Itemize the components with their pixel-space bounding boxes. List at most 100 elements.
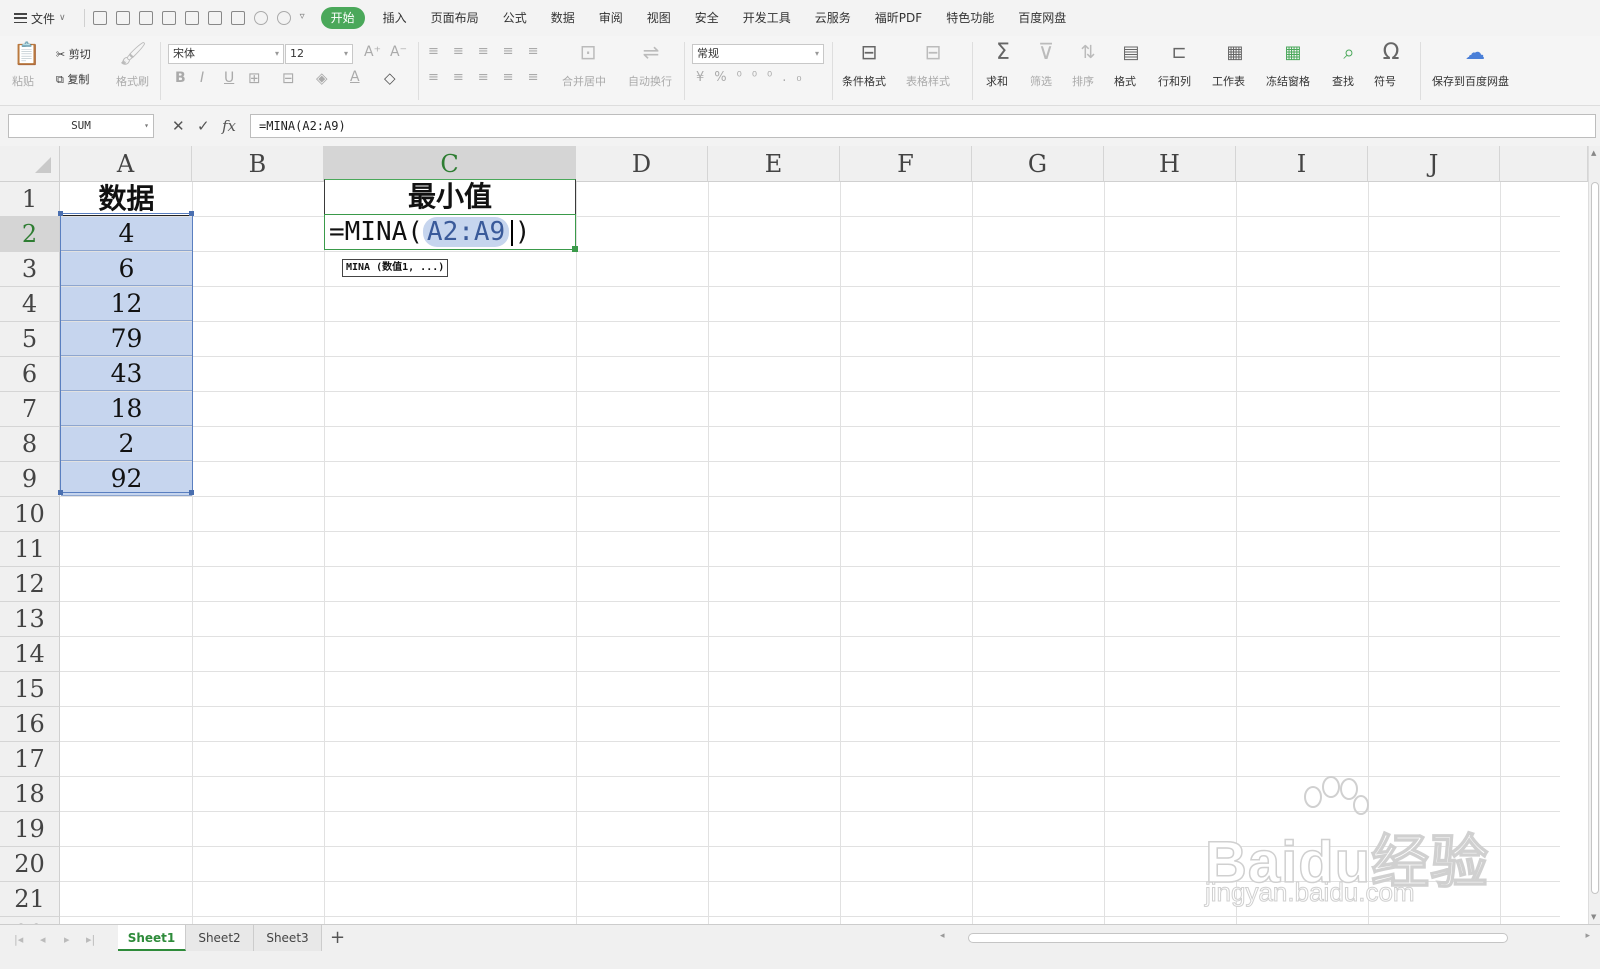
row-header[interactable]: 7 — [0, 392, 60, 427]
cell-a7[interactable]: 18 — [61, 392, 192, 426]
format-button[interactable]: 格式 — [1114, 73, 1136, 89]
tab-developer[interactable]: 开发工具 — [731, 7, 803, 29]
cell-a3[interactable]: 6 — [61, 252, 192, 286]
merge-center-button[interactable]: 合并居中 — [562, 73, 606, 89]
tab-data[interactable]: 数据 — [539, 7, 587, 29]
symbol-button[interactable]: 符号 — [1374, 73, 1396, 89]
row-header[interactable]: 3 — [0, 252, 60, 287]
filter-icon[interactable]: ⊽ — [1033, 40, 1059, 65]
fill-color-icon[interactable]: ◈ — [316, 69, 328, 87]
row-header[interactable]: 6 — [0, 357, 60, 392]
horizontal-scrollbar[interactable]: ◂ ▸ — [940, 931, 1590, 945]
column-header-a[interactable]: A — [60, 146, 192, 182]
row-header[interactable]: 8 — [0, 427, 60, 462]
export-pdf-icon[interactable] — [161, 11, 176, 25]
cut-button[interactable]: ✂ 剪切 — [56, 46, 91, 62]
worksheet-icon[interactable]: ▦ — [1222, 40, 1248, 64]
sheet-tab-sheet2[interactable]: Sheet2 — [186, 925, 254, 951]
horizontal-align-icons[interactable]: ≡≡≡≡≡ — [428, 70, 552, 85]
cell-a9[interactable]: 92 — [61, 462, 192, 496]
table-style-icon[interactable]: ⊟ — [920, 40, 946, 64]
cell-c1[interactable]: 最小值 — [324, 179, 576, 215]
cell-a1[interactable]: 数据 — [61, 182, 192, 216]
prev-sheet-icon[interactable]: ◂ — [40, 933, 46, 946]
tab-view[interactable]: 视图 — [635, 7, 683, 29]
row-col-button[interactable]: 行和列 — [1158, 73, 1191, 89]
scroll-up-icon[interactable]: ▲ — [1591, 149, 1596, 157]
row-header[interactable]: 10 — [0, 497, 60, 532]
select-all-corner[interactable] — [0, 146, 60, 182]
tab-formulas[interactable]: 公式 — [491, 7, 539, 29]
row-header[interactable]: 18 — [0, 777, 60, 812]
column-header-h[interactable]: H — [1104, 146, 1236, 182]
active-cell-c2[interactable]: =MINA(A2:A9) — [324, 214, 576, 250]
number-format-select[interactable]: 常规 ▾ — [692, 44, 824, 64]
row-header[interactable]: 11 — [0, 532, 60, 567]
cell-a8[interactable]: 2 — [61, 427, 192, 461]
increase-font-icon[interactable]: A⁺ — [364, 44, 381, 60]
row-header[interactable]: 15 — [0, 672, 60, 707]
column-header-b[interactable]: B — [192, 146, 324, 182]
column-header-e[interactable]: E — [708, 146, 840, 182]
row-header[interactable]: 20 — [0, 847, 60, 882]
row-header[interactable]: 12 — [0, 567, 60, 602]
range-handle[interactable] — [189, 490, 194, 495]
cell-a2[interactable]: 4 — [61, 217, 192, 251]
file-menu[interactable]: 文件 ∨ — [14, 10, 66, 27]
wrap-text-icon[interactable]: ⇌ — [638, 40, 664, 64]
filter-button[interactable]: 筛选 — [1030, 73, 1052, 89]
border-icon[interactable]: ⊞ — [248, 69, 261, 87]
insert-function-icon[interactable]: fx — [222, 117, 236, 135]
freeze-panes-button[interactable]: 冻结窗格 — [1266, 73, 1310, 89]
column-header-j[interactable]: J — [1368, 146, 1500, 182]
scrollbar-thumb[interactable] — [968, 933, 1508, 943]
cell-style-icon[interactable]: ⊟ — [282, 69, 295, 87]
clear-format-icon[interactable]: ◇ — [384, 69, 396, 87]
save-icon[interactable] — [138, 11, 153, 25]
save-baidu-button[interactable]: 保存到百度网盘 — [1432, 73, 1509, 89]
column-header-d[interactable]: D — [576, 146, 708, 182]
tab-review[interactable]: 审阅 — [587, 7, 635, 29]
tab-baidu-netdisk[interactable]: 百度网盘 — [1006, 7, 1078, 29]
italic-icon[interactable]: I — [200, 70, 204, 86]
scroll-left-icon[interactable]: ◂ — [940, 931, 945, 941]
row-header[interactable]: 9 — [0, 462, 60, 497]
wrap-text-button[interactable]: 自动换行 — [628, 73, 672, 89]
find-icon[interactable]: ⌕ — [1336, 40, 1362, 64]
underline-icon[interactable]: U — [224, 70, 234, 86]
row-header[interactable]: 17 — [0, 742, 60, 777]
cell-a6[interactable]: 43 — [61, 357, 192, 391]
row-header[interactable]: 13 — [0, 602, 60, 637]
copy-button[interactable]: ⧉ 复制 — [56, 71, 89, 87]
number-format-icons[interactable]: ¥%⁰⁰⁰.₀ — [696, 70, 812, 85]
print-preview-icon[interactable] — [207, 11, 222, 25]
scrollbar-thumb[interactable] — [1591, 182, 1599, 894]
sum-icon[interactable]: Σ — [990, 40, 1016, 65]
cell-a5[interactable]: 79 — [61, 322, 192, 356]
scroll-right-icon[interactable]: ▸ — [1585, 931, 1590, 941]
format-icon[interactable]: ▤ — [1118, 40, 1144, 64]
sheet-tab-sheet3[interactable]: Sheet3 — [254, 925, 322, 951]
tab-foxit-pdf[interactable]: 福昕PDF — [863, 7, 934, 29]
font-name-select[interactable]: 宋体 ▾ — [168, 44, 284, 64]
merge-center-icon[interactable]: ⊡ — [575, 40, 601, 64]
freeze-panes-icon[interactable]: ▦ — [1280, 40, 1306, 64]
undo-icon[interactable] — [253, 11, 268, 25]
range-handle[interactable] — [58, 490, 63, 495]
row-header[interactable]: 2 — [0, 217, 60, 252]
row-header[interactable]: 16 — [0, 707, 60, 742]
bold-icon[interactable]: B — [175, 70, 186, 86]
cell-a4[interactable]: 12 — [61, 287, 192, 321]
tab-page-layout[interactable]: 页面布局 — [419, 7, 491, 29]
sum-button[interactable]: 求和 — [986, 73, 1008, 89]
column-header-k[interactable] — [1500, 146, 1588, 182]
column-header-g[interactable]: G — [972, 146, 1104, 182]
tab-features[interactable]: 特色功能 — [934, 7, 1006, 29]
conditional-format-button[interactable]: 条件格式 — [842, 73, 886, 89]
tab-security[interactable]: 安全 — [683, 7, 731, 29]
confirm-icon[interactable]: ✓ — [197, 117, 210, 135]
table-style-button[interactable]: 表格样式 — [906, 73, 950, 89]
last-sheet-icon[interactable]: ▸| — [86, 933, 95, 946]
column-header-f[interactable]: F — [840, 146, 972, 182]
conditional-format-icon[interactable]: ⊟ — [856, 40, 882, 64]
